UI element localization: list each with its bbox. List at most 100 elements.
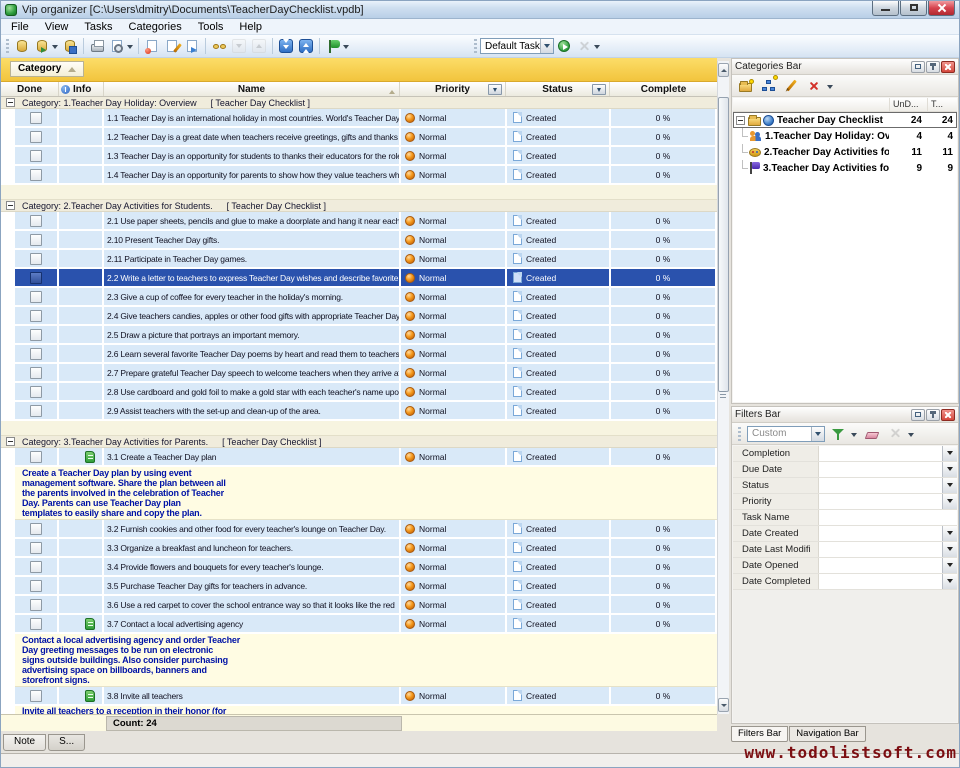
- task-row[interactable]: 2.1 Use paper sheets, pencils and glue t…: [1, 212, 717, 231]
- categories-float-button[interactable]: [911, 61, 925, 73]
- scroll-down-icon[interactable]: [718, 698, 729, 712]
- panel-tab-filters-bar[interactable]: Filters Bar: [731, 726, 788, 742]
- print-preview-icon[interactable]: [107, 37, 127, 56]
- task-checkbox[interactable]: [30, 451, 42, 463]
- filter-preset-dropdown-icon[interactable]: [811, 427, 824, 441]
- print-icon[interactable]: [87, 37, 107, 56]
- open-database-icon[interactable]: [32, 37, 52, 56]
- bottom-tab-s[interactable]: S...: [48, 734, 85, 751]
- categories-close-button[interactable]: [941, 61, 955, 73]
- task-checkbox[interactable]: [30, 150, 42, 162]
- categories-pin-button[interactable]: [926, 61, 940, 73]
- task-checkbox[interactable]: [30, 234, 42, 246]
- filter-dropdown-icon[interactable]: [942, 494, 957, 509]
- task-checkbox[interactable]: [30, 580, 42, 592]
- task-checkbox[interactable]: [30, 329, 42, 341]
- task-row[interactable]: 2.10 Present Teacher Day gifts.NormalCre…: [1, 231, 717, 250]
- filter-dropdown-icon[interactable]: [942, 542, 957, 557]
- column-header-complete[interactable]: Complete: [610, 82, 717, 96]
- filter-dropdown-icon[interactable]: [942, 446, 957, 461]
- filter-dropdown-icon[interactable]: [942, 478, 957, 493]
- new-database-icon[interactable]: [12, 37, 32, 56]
- task-checkbox[interactable]: [30, 561, 42, 573]
- panel-tab-navigation-bar[interactable]: Navigation Bar: [789, 726, 865, 742]
- menu-item-tools[interactable]: Tools: [190, 19, 232, 34]
- column-header-info[interactable]: Info: [59, 82, 104, 96]
- filters-float-button[interactable]: [911, 409, 925, 421]
- filter-value-field[interactable]: [819, 446, 942, 461]
- minimize-button[interactable]: [872, 1, 899, 16]
- filters-close-button[interactable]: [941, 409, 955, 421]
- task-view-combobox[interactable]: Default Task V: [480, 38, 554, 54]
- task-checkbox[interactable]: [30, 542, 42, 554]
- edit-category-icon[interactable]: [781, 76, 801, 95]
- print-dropdown-icon[interactable]: [127, 45, 133, 52]
- category-tree-item[interactable]: 1.Teacher Day Holiday: Overv44: [733, 128, 957, 144]
- filter-dropdown-icon[interactable]: [942, 558, 957, 573]
- apply-filter-dropdown-icon[interactable]: [851, 433, 857, 440]
- task-checkbox[interactable]: [30, 169, 42, 181]
- move-up-icon[interactable]: [249, 37, 269, 56]
- delete-view-icon[interactable]: [574, 37, 594, 56]
- task-row[interactable]: 3.4 Provide flowers and bouquets for eve…: [1, 558, 717, 577]
- close-button[interactable]: [928, 1, 955, 16]
- new-subcategory-icon[interactable]: [758, 76, 778, 95]
- task-checkbox[interactable]: [30, 523, 42, 535]
- task-checkbox[interactable]: [30, 272, 42, 284]
- menu-item-categories[interactable]: Categories: [121, 19, 190, 34]
- filter-value-field[interactable]: [819, 526, 942, 541]
- menu-item-file[interactable]: File: [3, 19, 37, 34]
- new-category-icon[interactable]: [735, 76, 755, 95]
- column-header-done[interactable]: Done: [1, 82, 59, 96]
- maximize-button[interactable]: [900, 1, 927, 16]
- category-tree-item[interactable]: Teacher Day Checklist2424: [733, 112, 957, 128]
- column-header-status[interactable]: Status: [506, 82, 610, 96]
- task-checkbox[interactable]: [30, 348, 42, 360]
- task-checkbox[interactable]: [30, 112, 42, 124]
- scroll-up-icon[interactable]: [718, 63, 729, 77]
- filters-pin-button[interactable]: [926, 409, 940, 421]
- categories-column-header[interactable]: T...: [927, 98, 957, 111]
- filter-dropdown-icon[interactable]: [942, 526, 957, 541]
- task-row[interactable]: 2.4 Give teachers candies, apples or oth…: [1, 307, 717, 326]
- tree-collapse-icon[interactable]: [736, 116, 745, 125]
- apply-filter-icon[interactable]: [828, 424, 848, 443]
- filter-value-field[interactable]: [819, 558, 942, 573]
- column-filter-dropdown-icon[interactable]: [488, 84, 502, 95]
- task-row[interactable]: 2.7 Prepare grateful Teacher Day speech …: [1, 364, 717, 383]
- task-checkbox[interactable]: [30, 618, 42, 630]
- task-checkbox[interactable]: [30, 253, 42, 265]
- category-header-row[interactable]: Category: 3.Teacher Day Activities for P…: [1, 436, 717, 448]
- toolbar-more-dropdown-icon[interactable]: [594, 45, 600, 52]
- hide-completed-icon[interactable]: [209, 37, 229, 56]
- filter-value-field[interactable]: [819, 494, 942, 509]
- task-checkbox[interactable]: [30, 690, 42, 702]
- task-row[interactable]: 3.7 Contact a local advertising agencyNo…: [1, 615, 717, 634]
- filter-value-field[interactable]: [819, 478, 942, 493]
- collapse-all-icon[interactable]: [296, 37, 316, 56]
- category-tree-item[interactable]: 2.Teacher Day Activities for S1111: [733, 144, 957, 160]
- task-row[interactable]: 2.5 Draw a picture that portrays an impo…: [1, 326, 717, 345]
- task-checkbox[interactable]: [30, 291, 42, 303]
- filter-value-field[interactable]: [819, 462, 942, 477]
- task-checkbox[interactable]: [30, 405, 42, 417]
- menu-item-view[interactable]: View: [37, 19, 77, 34]
- task-row[interactable]: 2.8 Use cardboard and gold foil to make …: [1, 383, 717, 402]
- task-checkbox[interactable]: [30, 599, 42, 611]
- task-checkbox[interactable]: [30, 386, 42, 398]
- task-row[interactable]: 1.4 Teacher Day is an opportunity for pa…: [1, 166, 717, 185]
- delete-category-icon[interactable]: [804, 76, 824, 95]
- category-tree-item[interactable]: 3.Teacher Day Activities for P99: [733, 160, 957, 176]
- filter-dropdown-icon[interactable]: [942, 462, 957, 477]
- category-header-row[interactable]: Category: 2.Teacher Day Activities for S…: [1, 200, 717, 212]
- task-row[interactable]: 3.1 Create a Teacher Day planNormalCreat…: [1, 448, 717, 467]
- collapse-icon[interactable]: [6, 201, 15, 210]
- delete-filter-icon[interactable]: [885, 424, 905, 443]
- task-checkbox[interactable]: [30, 215, 42, 227]
- menu-item-tasks[interactable]: Tasks: [76, 19, 120, 34]
- column-header-name[interactable]: Name: [104, 82, 400, 96]
- task-row[interactable]: 1.3 Teacher Day is an opportunity for st…: [1, 147, 717, 166]
- task-row[interactable]: 3.8 Invite all teachersNormalCreated0 %: [1, 687, 717, 706]
- new-task-icon[interactable]: [142, 37, 162, 56]
- collapse-icon[interactable]: [6, 437, 15, 446]
